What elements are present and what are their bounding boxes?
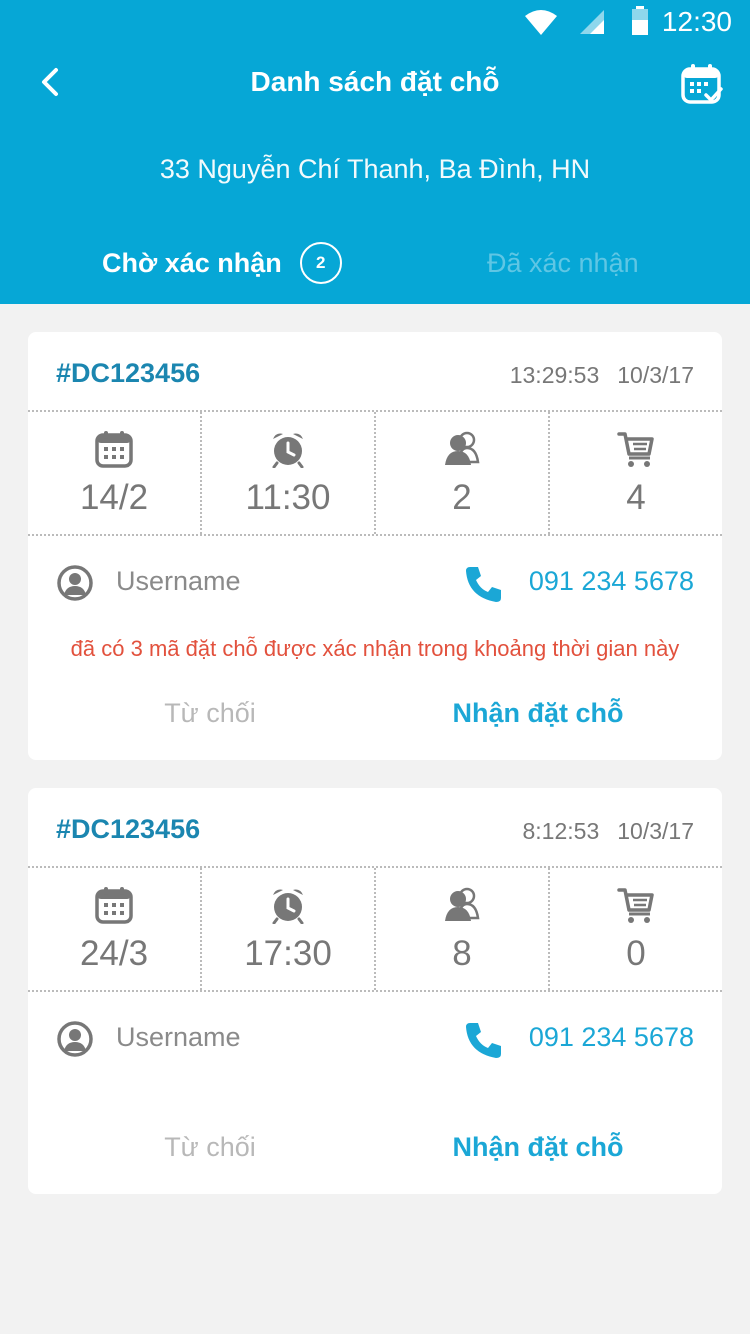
reject-button[interactable]: Từ chối — [110, 698, 310, 729]
stat-guests: 2 — [374, 412, 548, 534]
phone-icon[interactable] — [464, 1020, 504, 1060]
status-time: 12:30 — [661, 6, 732, 37]
battery-icon — [632, 6, 648, 35]
status-bar: 12:30 — [0, 0, 750, 44]
booking-code: #DC123456 — [56, 814, 201, 844]
booking-code: #DC123456 — [56, 358, 201, 388]
accept-button[interactable]: Nhận đặt chỗ — [438, 698, 638, 729]
booking-stats: 14/2 11:30 2 4 — [28, 410, 722, 536]
booking-card: #DC123456 13:29:53 10/3/17 14/2 11:30 2 … — [28, 332, 722, 760]
stat-day-value: 24/3 — [79, 934, 149, 973]
alarm-clock-icon — [272, 433, 304, 468]
booking-time: 13:29:53 — [509, 362, 600, 388]
booking-stats: 24/3 17:30 8 0 — [28, 866, 722, 992]
alarm-clock-icon — [272, 889, 304, 924]
stat-day-value: 14/2 — [79, 478, 149, 517]
booking-date: 10/3/17 — [617, 362, 694, 388]
stat-items: 4 — [548, 412, 722, 534]
page-title: Danh sách đặt chỗ — [250, 66, 500, 97]
username: Username — [116, 1022, 241, 1052]
booking-date: 10/3/17 — [617, 818, 694, 844]
people-icon — [445, 887, 480, 921]
phone-number[interactable]: 091 234 5678 — [529, 1022, 694, 1053]
stat-guests: 8 — [374, 868, 548, 990]
cart-icon — [617, 888, 654, 923]
phone-icon[interactable] — [464, 564, 504, 604]
stat-guests-value: 2 — [452, 478, 472, 517]
booking-card: #DC123456 8:12:53 10/3/17 24/3 17:30 8 0… — [28, 788, 722, 1194]
signal-icon — [580, 10, 604, 34]
stat-hour-value: 11:30 — [245, 478, 331, 517]
user-circle-icon — [57, 1021, 93, 1057]
tab-pending[interactable]: Chờ xác nhận 2 — [102, 238, 342, 288]
people-icon — [445, 431, 480, 465]
calendar-icon — [95, 887, 133, 924]
stat-items-value: 0 — [626, 934, 646, 973]
header: 12:30 Danh sách đặt chỗ 33 Nguyễn Chí Th… — [0, 0, 750, 304]
accept-button[interactable]: Nhận đặt chỗ — [438, 1132, 638, 1163]
booking-time: 8:12:53 — [522, 818, 600, 844]
stat-hour: 17:30 — [200, 868, 374, 990]
stat-day: 24/3 — [28, 868, 200, 990]
address: 33 Nguyễn Chí Thanh, Ba Đình, HN — [159, 154, 591, 184]
calendar-check-icon[interactable] — [680, 62, 724, 106]
user-circle-icon — [57, 565, 93, 601]
reject-button[interactable]: Từ chối — [110, 1132, 310, 1163]
booking-timestamp: 8:12:53 10/3/17 — [523, 818, 695, 845]
stat-guests-value: 8 — [452, 934, 472, 973]
stat-day: 14/2 — [28, 412, 200, 534]
tab-confirmed-label: Đã xác nhận — [487, 247, 639, 278]
tab-confirmed[interactable]: Đã xác nhận — [487, 238, 639, 288]
stat-hour: 11:30 — [200, 412, 374, 534]
wifi-icon — [525, 10, 557, 35]
tab-pending-label: Chờ xác nhận — [102, 247, 282, 278]
stat-hour-value: 17:30 — [244, 934, 332, 973]
count-badge: 2 — [299, 242, 342, 284]
stat-items-value: 4 — [626, 478, 646, 517]
stat-items: 0 — [548, 868, 722, 990]
cart-icon — [617, 432, 654, 467]
username: Username — [116, 566, 241, 596]
calendar-icon — [95, 431, 133, 468]
booking-timestamp: 13:29:53 10/3/17 — [510, 362, 694, 389]
phone-number[interactable]: 091 234 5678 — [529, 566, 694, 597]
warning-message: đã có 3 mã đặt chỗ được xác nhận trong k… — [70, 636, 680, 661]
